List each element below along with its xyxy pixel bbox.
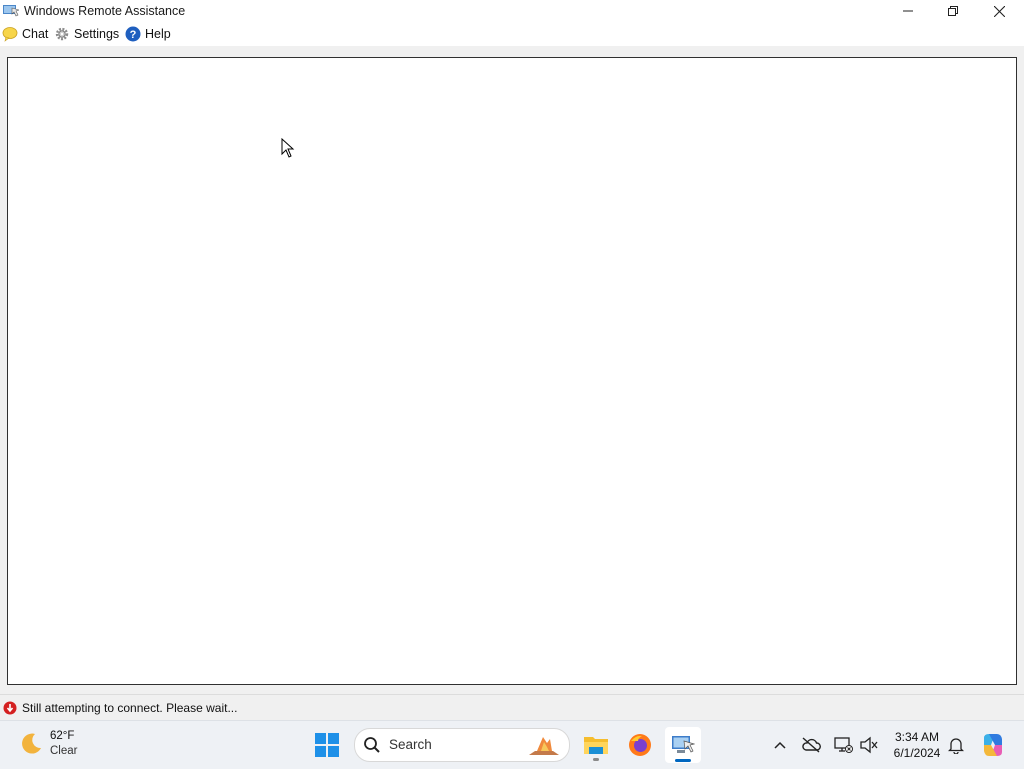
minimize-icon <box>903 10 913 12</box>
help-icon: ? <box>125 26 141 42</box>
weather-condition: Clear <box>50 745 78 757</box>
network-tray-button[interactable] <box>833 735 853 755</box>
help-button[interactable]: ? Help <box>125 24 171 44</box>
toolbar: Chat Settings ? Help <box>0 22 1024 46</box>
minimize-button[interactable] <box>885 0 931 22</box>
active-app-indicator <box>675 759 691 762</box>
notifications-button[interactable] <box>946 735 966 755</box>
close-button[interactable] <box>976 0 1022 22</box>
restore-icon <box>948 6 958 16</box>
cloud-off-icon <box>802 737 821 753</box>
running-indicator <box>593 758 599 761</box>
gear-icon <box>54 26 70 42</box>
bell-icon <box>948 738 964 754</box>
network-disconnected-icon <box>834 737 853 753</box>
search-highlight-campfire-icon <box>529 737 559 755</box>
moon-icon <box>22 733 41 754</box>
volume-tray-button[interactable] <box>859 735 879 755</box>
chat-label: Chat <box>22 27 49 41</box>
taskbar: 62°F Clear Search 3:34 AM 6/1/2024 <box>0 720 1024 769</box>
firefox-icon <box>629 734 651 756</box>
weather-widget[interactable]: 62°F Clear <box>18 729 77 759</box>
onedrive-tray-button[interactable] <box>801 735 821 755</box>
chevron-up-icon <box>774 741 786 749</box>
show-hidden-icons-button[interactable] <box>770 735 790 755</box>
clock-date: 6/1/2024 <box>893 746 941 760</box>
file-explorer-icon <box>584 737 608 754</box>
mouse-pointer-icon <box>281 138 295 158</box>
clock-time: 3:34 AM <box>894 730 940 744</box>
close-icon <box>993 5 1005 17</box>
status-text: Still attempting to connect. Please wait… <box>22 700 238 715</box>
title-bar: Windows Remote Assistance <box>0 0 1024 22</box>
search-icon <box>364 737 380 753</box>
connection-error-icon <box>3 701 17 714</box>
copilot-icon[interactable] <box>980 732 1006 758</box>
remote-assistance-app-icon <box>3 4 21 18</box>
chat-bubble-icon <box>2 26 18 42</box>
search-placeholder: Search <box>389 737 432 752</box>
taskbar-app-firefox[interactable] <box>622 727 658 763</box>
window-title: Windows Remote Assistance <box>24 4 186 18</box>
taskbar-search-box[interactable]: Search <box>354 728 570 762</box>
remote-screen-view[interactable] <box>7 57 1017 685</box>
chat-button[interactable]: Chat <box>2 24 48 44</box>
taskbar-clock[interactable]: 3:34 AM 6/1/2024 <box>886 729 948 761</box>
settings-button[interactable]: Settings <box>54 24 119 44</box>
speaker-muted-icon <box>860 736 878 754</box>
svg-text:?: ? <box>130 29 137 41</box>
status-bar: Still attempting to connect. Please wait… <box>0 694 1024 720</box>
restore-button[interactable] <box>930 0 976 22</box>
taskbar-app-remote-assistance[interactable] <box>665 727 701 763</box>
weather-temp: 62°F <box>50 730 75 742</box>
help-label: Help <box>145 27 171 41</box>
settings-label: Settings <box>74 27 120 41</box>
remote-assistance-icon <box>672 736 695 753</box>
taskbar-app-file-explorer[interactable] <box>578 727 614 763</box>
windows-start-icon[interactable] <box>315 733 339 757</box>
